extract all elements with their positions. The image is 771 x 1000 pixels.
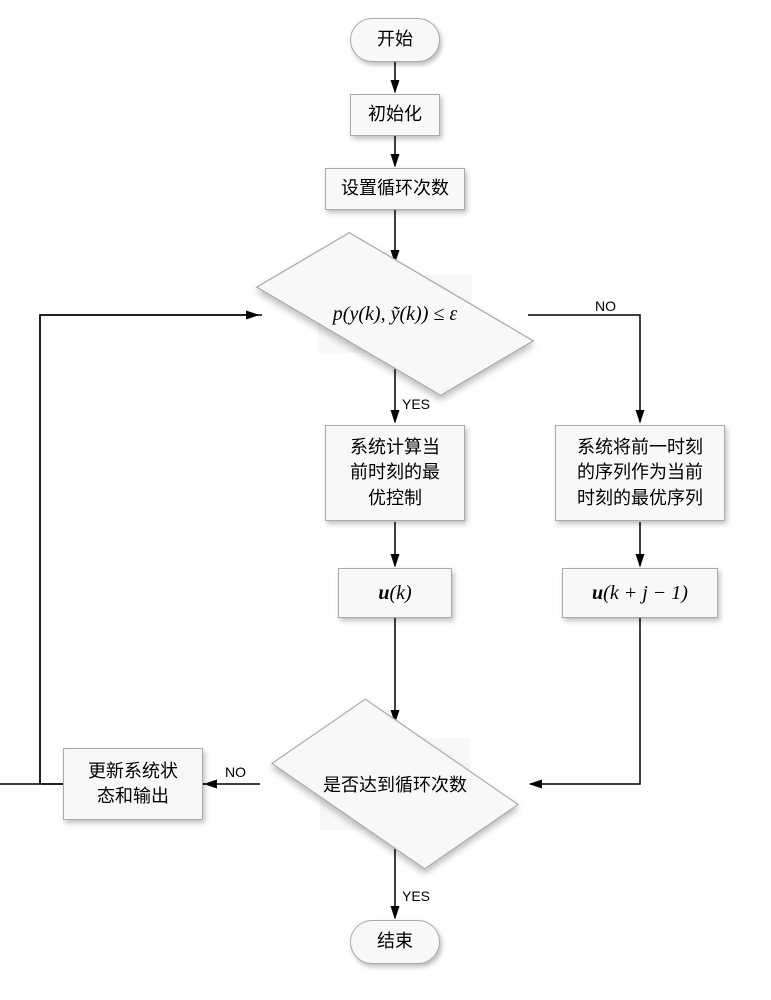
compute-optimal-label: 系统计算当 前时刻的最 优控制: [350, 435, 440, 511]
start-label: 开始: [377, 27, 413, 52]
decision-threshold: p(y(k), ỹ(k)) ≤ ε: [318, 275, 472, 353]
update-state-process: 更新系统状 态和输出: [63, 748, 203, 820]
init-label: 初始化: [368, 102, 422, 127]
end-terminator: 结束: [350, 920, 440, 964]
yes2-label: YES: [402, 888, 430, 904]
decision-loop-label: 是否达到循环次数: [305, 738, 485, 830]
decision-loop: 是否达到循环次数: [320, 738, 470, 830]
set-loop-process: 设置循环次数: [325, 168, 465, 210]
use-previous-label: 系统将前一时刻 的序列作为当前 时刻的最优序列: [577, 435, 703, 511]
uk-process: u(k): [338, 568, 452, 618]
end-label: 结束: [377, 929, 413, 954]
uk-label: u(k): [378, 579, 411, 607]
init-process: 初始化: [350, 94, 440, 136]
decision-threshold-label: p(y(k), ỹ(k)) ≤ ε: [287, 275, 503, 353]
yes1-label: YES: [402, 396, 430, 412]
ukj-process: u(k + j − 1): [562, 568, 718, 618]
no1-label: NO: [595, 298, 616, 314]
no2-label: NO: [225, 764, 246, 780]
set-loop-label: 设置循环次数: [341, 176, 449, 201]
start-terminator: 开始: [350, 18, 440, 62]
compute-optimal-process: 系统计算当 前时刻的最 优控制: [325, 425, 465, 521]
update-state-label: 更新系统状 态和输出: [88, 759, 178, 809]
ukj-label: u(k + j − 1): [592, 579, 688, 607]
use-previous-process: 系统将前一时刻 的序列作为当前 时刻的最优序列: [555, 425, 725, 521]
